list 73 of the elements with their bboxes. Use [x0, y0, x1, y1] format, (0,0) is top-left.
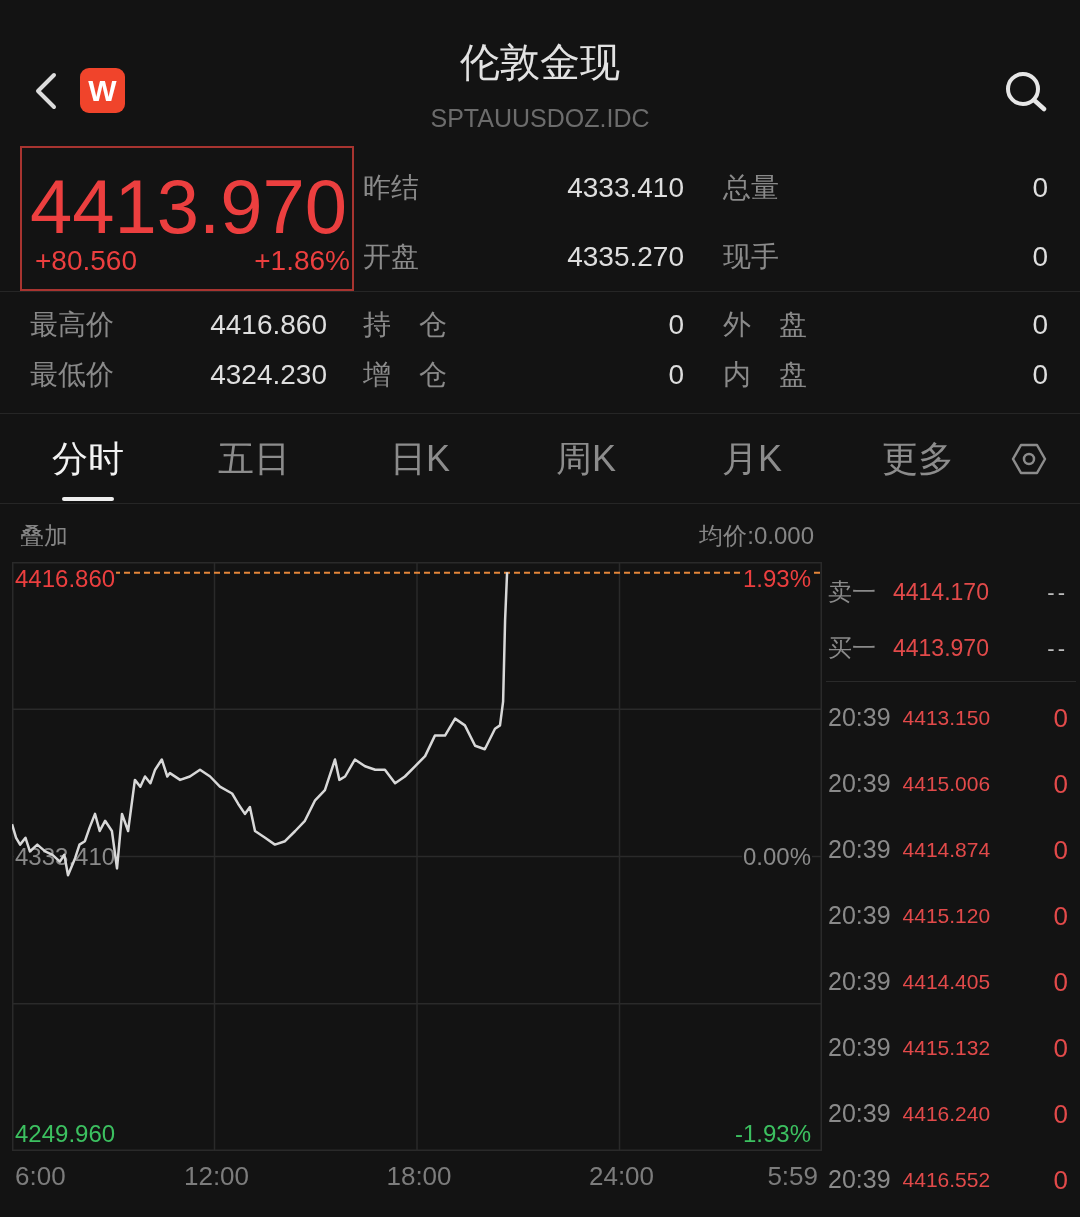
symbol-code: SPTAUUSDOZ.IDC: [430, 103, 650, 133]
trade-volume: 0: [1053, 1097, 1068, 1131]
stat-label: 持 仓: [363, 308, 447, 342]
trade-time: 20:39: [828, 966, 891, 998]
price-change: +80.560: [35, 247, 137, 275]
chart-tab[interactable]: 分时: [5, 414, 171, 503]
tab-indicator: [62, 497, 114, 501]
settings-icon[interactable]: [1011, 441, 1047, 476]
trade-price: 4413.150: [902, 705, 991, 732]
search-icon[interactable]: [1004, 70, 1048, 112]
quote-label: 总量: [723, 171, 779, 205]
stat-label: 增 仓: [363, 358, 447, 392]
stat-label: 外 盘: [723, 308, 807, 342]
order-label: 买一: [828, 633, 877, 663]
trade-volume: 0: [1053, 965, 1068, 999]
trade-time: 20:39: [828, 900, 891, 932]
average-price-label: 均价:0.000: [699, 521, 814, 551]
quote-value: 0: [1032, 171, 1048, 205]
order-label: 卖一: [828, 577, 877, 607]
trade-price: 4414.874: [902, 837, 991, 864]
percent-change: +1.86%: [254, 247, 350, 275]
order-volume: --: [1047, 578, 1068, 607]
chart-tab[interactable]: 周K: [503, 414, 669, 503]
page-title: 伦敦金现: [460, 39, 620, 86]
x-axis-label: 18:00: [386, 1161, 452, 1191]
trade-price: 4414.405: [902, 969, 991, 996]
trade-time: 20:39: [828, 768, 891, 800]
trade-price: 4416.240: [902, 1101, 991, 1128]
back-icon[interactable]: [35, 71, 57, 110]
quote-value: 4335.270: [567, 240, 684, 274]
stat-value: 0: [668, 358, 684, 392]
trade-volume: 0: [1053, 899, 1068, 933]
stat-value: 0: [668, 308, 684, 342]
trade-price: 4415.132: [902, 1035, 991, 1062]
quote-label: 现手: [723, 240, 779, 274]
quote-label: 昨结: [363, 171, 419, 205]
trade-volume: 0: [1053, 701, 1068, 735]
x-axis-label: 24:00: [588, 1161, 655, 1191]
quote-value: 0: [1032, 240, 1048, 274]
quote-label: 开盘: [363, 240, 419, 274]
chart-tab[interactable]: 五日: [171, 414, 337, 503]
last-price: 4413.970: [30, 169, 347, 245]
trade-time: 20:39: [828, 702, 891, 734]
trade-time: 20:39: [828, 1032, 891, 1064]
trade-price: 4416.552: [902, 1167, 991, 1194]
stat-value: 0: [1032, 358, 1048, 392]
trade-price: 4415.006: [902, 771, 991, 798]
stat-value: 4324.230: [210, 358, 327, 392]
stat-label: 最低价: [30, 358, 114, 392]
stat-value: 0: [1032, 308, 1048, 342]
trade-time: 20:39: [828, 1164, 891, 1196]
trade-time: 20:39: [828, 834, 891, 866]
quote-value: 4333.410: [567, 171, 684, 205]
trade-volume: 0: [1053, 1163, 1068, 1197]
chart-tab[interactable]: 日K: [337, 414, 503, 503]
order-price: 4413.970: [893, 633, 989, 663]
x-axis-label: 12:00: [183, 1161, 250, 1191]
trade-volume: 0: [1053, 767, 1068, 801]
app-logo: W: [80, 68, 125, 113]
order-volume: --: [1047, 634, 1068, 663]
trade-volume: 0: [1053, 1031, 1068, 1065]
stat-label: 内 盘: [723, 358, 807, 392]
order-price: 4414.170: [893, 577, 989, 607]
chart-tab[interactable]: 更多: [835, 414, 1001, 503]
x-axis-label: 5:59: [767, 1161, 818, 1191]
stat-label: 最高价: [30, 308, 114, 342]
stat-value: 4416.860: [210, 308, 327, 342]
chart-tab[interactable]: 月K: [669, 414, 835, 503]
overlay-button[interactable]: 叠加: [20, 518, 68, 554]
trade-price: 4415.120: [902, 903, 991, 930]
trade-volume: 0: [1053, 833, 1068, 867]
trade-time: 20:39: [828, 1098, 891, 1130]
x-axis-label: 6:00: [15, 1161, 66, 1191]
